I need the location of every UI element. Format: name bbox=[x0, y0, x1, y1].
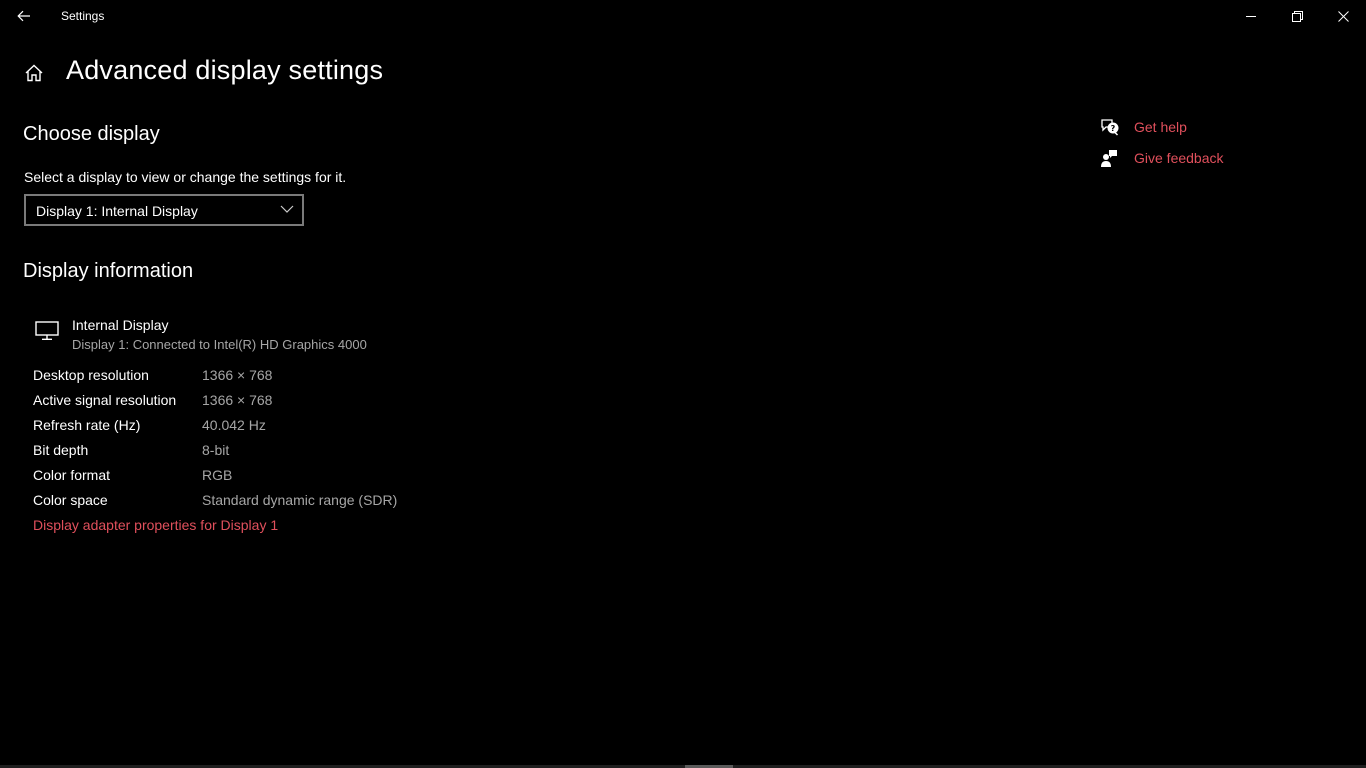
feedback-icon bbox=[1101, 150, 1117, 167]
info-label: Refresh rate (Hz) bbox=[33, 417, 141, 433]
info-value: 40.042 Hz bbox=[202, 417, 266, 433]
display-adapter-properties-link[interactable]: Display adapter properties for Display 1 bbox=[33, 517, 278, 533]
display-select-dropdown[interactable]: Display 1: Internal Display bbox=[24, 194, 304, 226]
back-button[interactable] bbox=[10, 3, 38, 29]
info-value: 8-bit bbox=[202, 442, 230, 458]
info-row-color-format: Color format RGB bbox=[33, 467, 433, 487]
info-label: Color format bbox=[33, 467, 111, 483]
back-arrow-icon bbox=[17, 10, 30, 22]
title-bar: Settings bbox=[0, 0, 1366, 32]
info-row-color-space: Color space Standard dynamic range (SDR) bbox=[33, 492, 433, 512]
info-row-bit-depth: Bit depth 8-bit bbox=[33, 442, 433, 462]
display-information-heading: Display information bbox=[23, 260, 194, 282]
restore-icon bbox=[1291, 10, 1303, 22]
home-icon bbox=[25, 64, 43, 82]
info-row-refresh-rate: Refresh rate (Hz) 40.042 Hz bbox=[33, 417, 433, 437]
app-title: Settings bbox=[61, 9, 105, 23]
info-value: RGB bbox=[202, 467, 233, 483]
info-label: Desktop resolution bbox=[33, 367, 149, 383]
monitor-icon bbox=[35, 321, 59, 340]
restore-button[interactable] bbox=[1274, 0, 1320, 32]
chevron-down-icon bbox=[280, 205, 294, 213]
home-button[interactable] bbox=[22, 61, 46, 85]
display-name: Internal Display bbox=[72, 317, 169, 333]
minimize-icon bbox=[1246, 16, 1256, 17]
info-label: Color space bbox=[33, 492, 108, 508]
close-button[interactable] bbox=[1320, 0, 1366, 32]
get-help-label: Get help bbox=[1134, 119, 1187, 135]
choose-display-description: Select a display to view or change the s… bbox=[24, 169, 347, 185]
info-row-desktop-resolution: Desktop resolution 1366 × 768 bbox=[33, 367, 433, 387]
info-value: 1366 × 768 bbox=[202, 367, 273, 383]
svg-text:?: ? bbox=[1111, 124, 1116, 133]
info-row-active-signal-resolution: Active signal resolution 1366 × 768 bbox=[33, 392, 433, 412]
info-value: 1366 × 768 bbox=[202, 392, 273, 408]
info-value: Standard dynamic range (SDR) bbox=[202, 492, 398, 508]
display-connection-subtitle: Display 1: Connected to Intel(R) HD Grap… bbox=[72, 337, 367, 352]
dropdown-selected-value: Display 1: Internal Display bbox=[36, 203, 198, 219]
page-title: Advanced display settings bbox=[66, 55, 384, 85]
give-feedback-link[interactable]: Give feedback bbox=[1100, 148, 1280, 170]
info-label: Bit depth bbox=[33, 442, 89, 458]
info-label: Active signal resolution bbox=[33, 392, 177, 408]
get-help-link[interactable]: ? Get help bbox=[1100, 117, 1280, 139]
help-chat-icon: ? bbox=[1101, 119, 1119, 136]
minimize-button[interactable] bbox=[1228, 0, 1274, 32]
give-feedback-label: Give feedback bbox=[1134, 150, 1224, 166]
choose-display-heading: Choose display bbox=[23, 123, 160, 145]
close-icon bbox=[1337, 10, 1349, 22]
